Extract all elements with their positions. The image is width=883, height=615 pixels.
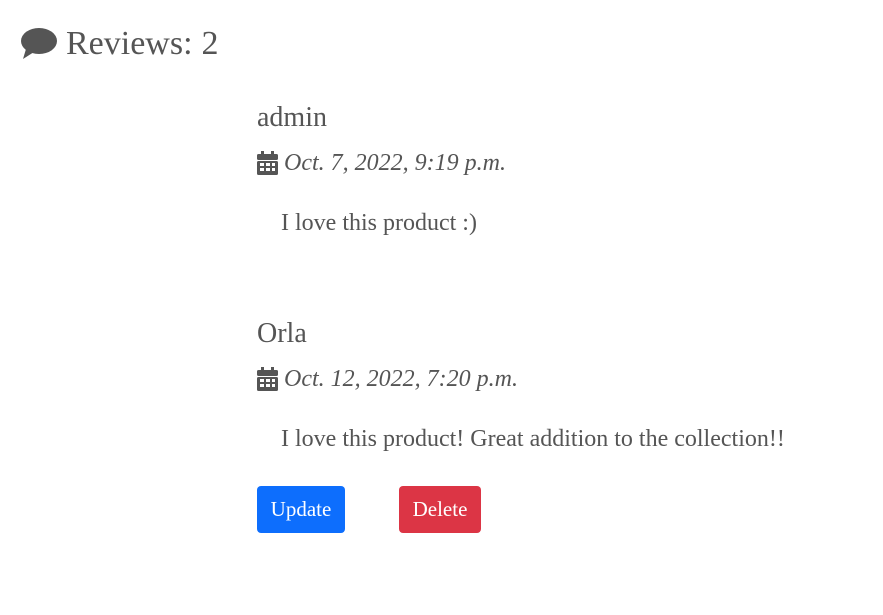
reviews-heading: Reviews: 2 [20, 22, 219, 66]
review-date: Oct. 12, 2022, 7:20 p.m. [257, 364, 857, 394]
review-item: Orla Oct. 12, 2022, 7:20 p.m. I love thi… [257, 317, 857, 454]
review-item: admin Oct. 7, 2022, 9:19 p.m. I love thi… [257, 101, 857, 238]
delete-button[interactable]: Delete [399, 486, 481, 533]
review-actions: Update Delete [257, 486, 481, 533]
reviews-label: Reviews: [66, 25, 193, 62]
calendar-icon [257, 367, 278, 391]
review-date-text: Oct. 7, 2022, 9:19 p.m. [284, 150, 506, 176]
review-date: Oct. 7, 2022, 9:19 p.m. [257, 148, 857, 178]
review-body: I love this product! Great addition to t… [281, 426, 785, 452]
update-button[interactable]: Update [257, 486, 345, 533]
comment-icon [20, 27, 58, 61]
review-author: admin [257, 102, 327, 133]
review-body: I love this product :) [281, 210, 477, 236]
review-author: Orla [257, 318, 307, 349]
calendar-icon [257, 151, 278, 175]
review-date-text: Oct. 12, 2022, 7:20 p.m. [284, 366, 518, 392]
reviews-count: 2 [201, 25, 219, 62]
